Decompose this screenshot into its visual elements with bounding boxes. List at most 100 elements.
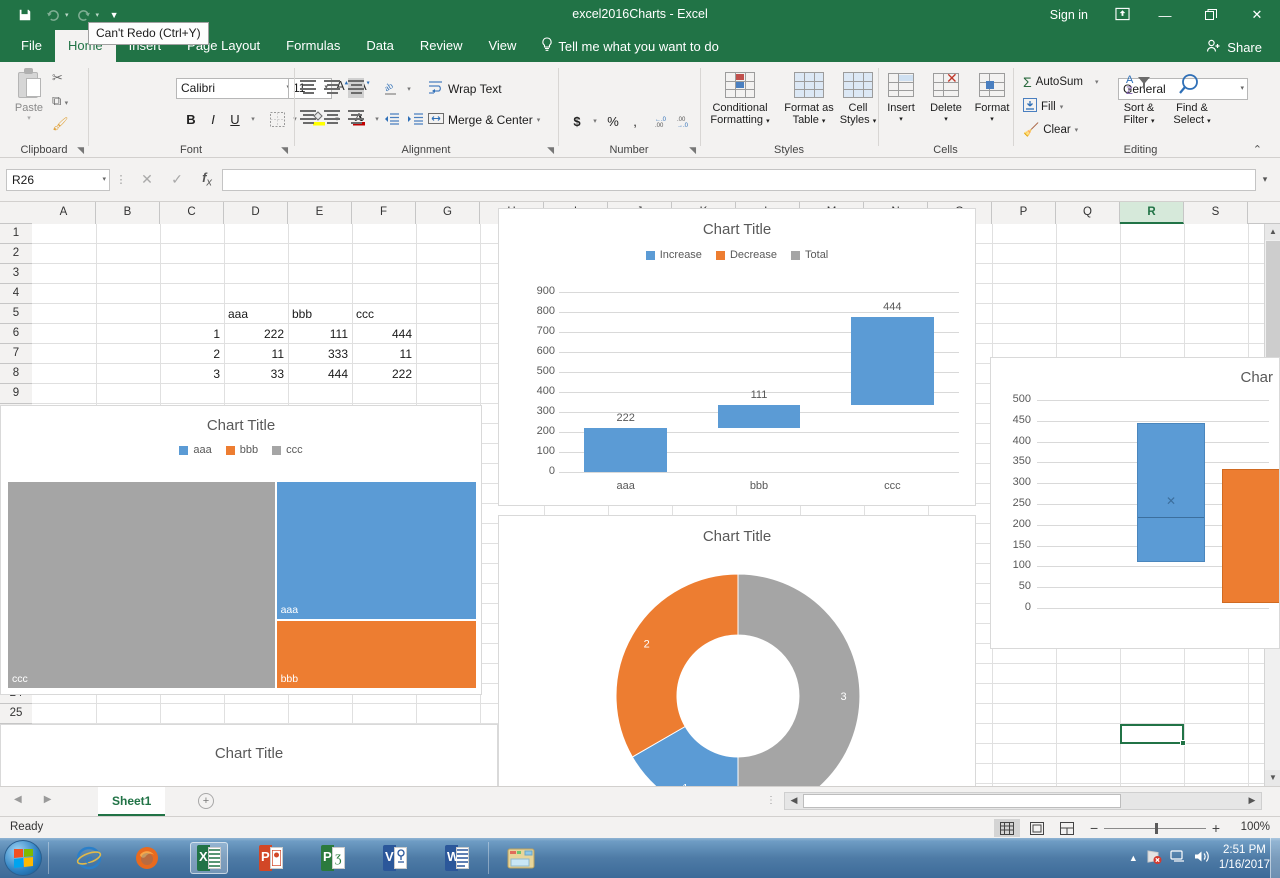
delete-cells-button[interactable]: ✕ Delete ▾ [924,68,968,126]
format-as-table-button[interactable]: Format as Table ▾ [780,68,838,128]
chart-treemap[interactable]: Chart Title aaa bbb ccc cccaaabbb [0,405,482,695]
paste-button[interactable]: Paste ▾ [8,68,50,122]
expand-formula-bar-icon[interactable]: ▾ [1256,174,1274,185]
tell-me-box[interactable]: Tell me what you want to do [529,30,730,62]
zoom-in-button[interactable]: + [1212,820,1220,836]
cell-D6[interactable]: 222 [224,324,288,344]
cell-F7[interactable]: 11 [352,344,416,364]
taskbar-internet-explorer-icon[interactable]: e [70,842,108,874]
cell-E8[interactable]: 444 [288,364,352,384]
clipboard-dialog-launcher[interactable]: ◥ [77,145,84,156]
column-header-d[interactable]: D [224,202,288,224]
insert-dropdown-icon[interactable]: ▾ [880,114,922,126]
zoom-out-button[interactable]: − [1090,820,1098,836]
close-button[interactable]: ✕ [1234,0,1280,30]
number-dialog-launcher[interactable]: ◥ [689,145,696,156]
name-box[interactable]: R26 ▾ [6,169,110,191]
zoom-thumb[interactable] [1155,823,1158,834]
page-break-view-button[interactable] [1054,819,1080,837]
zoom-level[interactable]: 100% [1241,821,1270,833]
taskbar-publisher-icon[interactable]: P Ʒ [314,842,352,874]
taskbar-visio-icon[interactable]: V [376,842,414,874]
insert-function-icon[interactable]: fx [192,170,222,189]
tab-review[interactable]: Review [407,30,476,62]
row-header-7[interactable]: 7 [0,344,32,364]
cell-F8[interactable]: 222 [352,364,416,384]
cell-F5[interactable]: ccc [352,304,416,324]
horizontal-scroll-thumb[interactable] [803,794,1121,808]
align-right-button[interactable] [348,108,364,128]
taskbar-excel-icon[interactable]: X [190,842,228,874]
format-dropdown-icon[interactable]: ▾ [970,114,1014,126]
percent-button[interactable]: % [602,110,624,132]
box-series1[interactable]: ✕ [1137,423,1205,562]
enter-icon[interactable]: ✓ [162,171,192,188]
font-dialog-launcher[interactable]: ◥ [281,145,288,156]
legend-item-aaa[interactable]: aaa [179,444,211,456]
wrap-text-button[interactable]: Wrap Text [428,80,502,98]
restore-button[interactable] [1188,0,1234,30]
comma-button[interactable]: , [624,110,646,132]
windows-start-icon[interactable] [4,840,42,876]
autosum-dropdown-icon[interactable]: ▾ [1095,78,1099,86]
row-header-9[interactable]: 9 [0,384,32,404]
bar-aaa[interactable] [584,428,667,472]
action-center-icon[interactable] [1170,849,1186,867]
share-button[interactable]: Share [1196,34,1272,60]
row-header-25[interactable]: 25 [0,704,32,724]
find-select-button[interactable]: Find & Select ▾ [1165,68,1219,128]
tab-data[interactable]: Data [353,30,406,62]
taskbar-powerpoint-icon[interactable]: P [252,842,290,874]
decrease-indent-icon[interactable] [380,108,402,130]
treemap-cell-bbb[interactable]: bbb [276,620,477,689]
split-handle[interactable]: ⋮ [766,795,776,806]
cut-button[interactable]: ✂ [52,70,63,86]
increase-indent-icon[interactable] [404,108,426,130]
column-header-c[interactable]: C [160,202,224,224]
zoom-track[interactable] [1104,828,1206,829]
underline-dropdown-icon[interactable]: ▾ [242,108,264,130]
copy-button[interactable]: ⧉ ▾ [52,93,68,109]
tab-formulas[interactable]: Formulas [273,30,353,62]
column-header-e[interactable]: E [288,202,352,224]
taskbar-word-icon[interactable]: W [438,842,476,874]
normal-view-button[interactable] [994,819,1020,837]
horizontal-scrollbar[interactable]: ◀ ▶ [784,792,1262,810]
spreadsheet-grid[interactable]: ABCDEFGHIJKLMNOPQRS 12345678910111213141… [0,202,1280,786]
bold-button[interactable]: B [180,108,202,130]
row-header-2[interactable]: 2 [0,244,32,264]
name-box-dropdown-icon[interactable]: ▾ [102,175,106,183]
italic-button[interactable]: I [202,108,224,130]
row-header-1[interactable]: 1 [0,224,32,244]
doughnut-slice-2[interactable] [616,574,738,757]
bar-bbb[interactable] [718,405,801,427]
sign-in-button[interactable]: Sign in [1036,8,1102,22]
next-sheet-icon[interactable]: ▶ [44,794,52,805]
fill-handle[interactable] [1180,740,1186,746]
align-bottom-button[interactable] [348,78,364,98]
volume-icon[interactable] [1194,849,1211,867]
row-header-4[interactable]: 4 [0,284,32,304]
cell-E5[interactable]: bbb [288,304,352,324]
merge-center-dropdown-icon[interactable]: ▾ [537,116,541,124]
treemap-cell-ccc[interactable]: ccc [7,481,276,689]
cell-C6[interactable]: 1 [160,324,224,344]
page-layout-view-button[interactable] [1024,819,1050,837]
scroll-left-button[interactable]: ◀ [786,794,802,808]
minimize-button[interactable]: — [1142,0,1188,30]
align-middle-button[interactable] [324,78,340,98]
cell-styles-button[interactable]: Cell Styles ▾ [838,68,878,128]
chart-waterfall[interactable]: Chart Title Increase Decrease Total 0100… [498,208,976,506]
format-painter-button[interactable]: 🖌 [52,116,69,132]
cell-E6[interactable]: 111 [288,324,352,344]
align-left-button[interactable] [300,108,316,128]
column-header-f[interactable]: F [352,202,416,224]
column-header-p[interactable]: P [992,202,1056,224]
scroll-up-button[interactable]: ▲ [1265,224,1280,240]
increase-decimal-icon[interactable]: .00→.0 [674,110,696,132]
chart-bottom-partial[interactable]: Chart Title [0,724,498,786]
cell-D5[interactable]: aaa [224,304,288,324]
clear-dropdown-icon[interactable]: ▾ [1075,126,1079,134]
zoom-slider[interactable]: − + [1090,820,1220,836]
show-hidden-icons-icon[interactable]: ▲ [1129,853,1138,863]
